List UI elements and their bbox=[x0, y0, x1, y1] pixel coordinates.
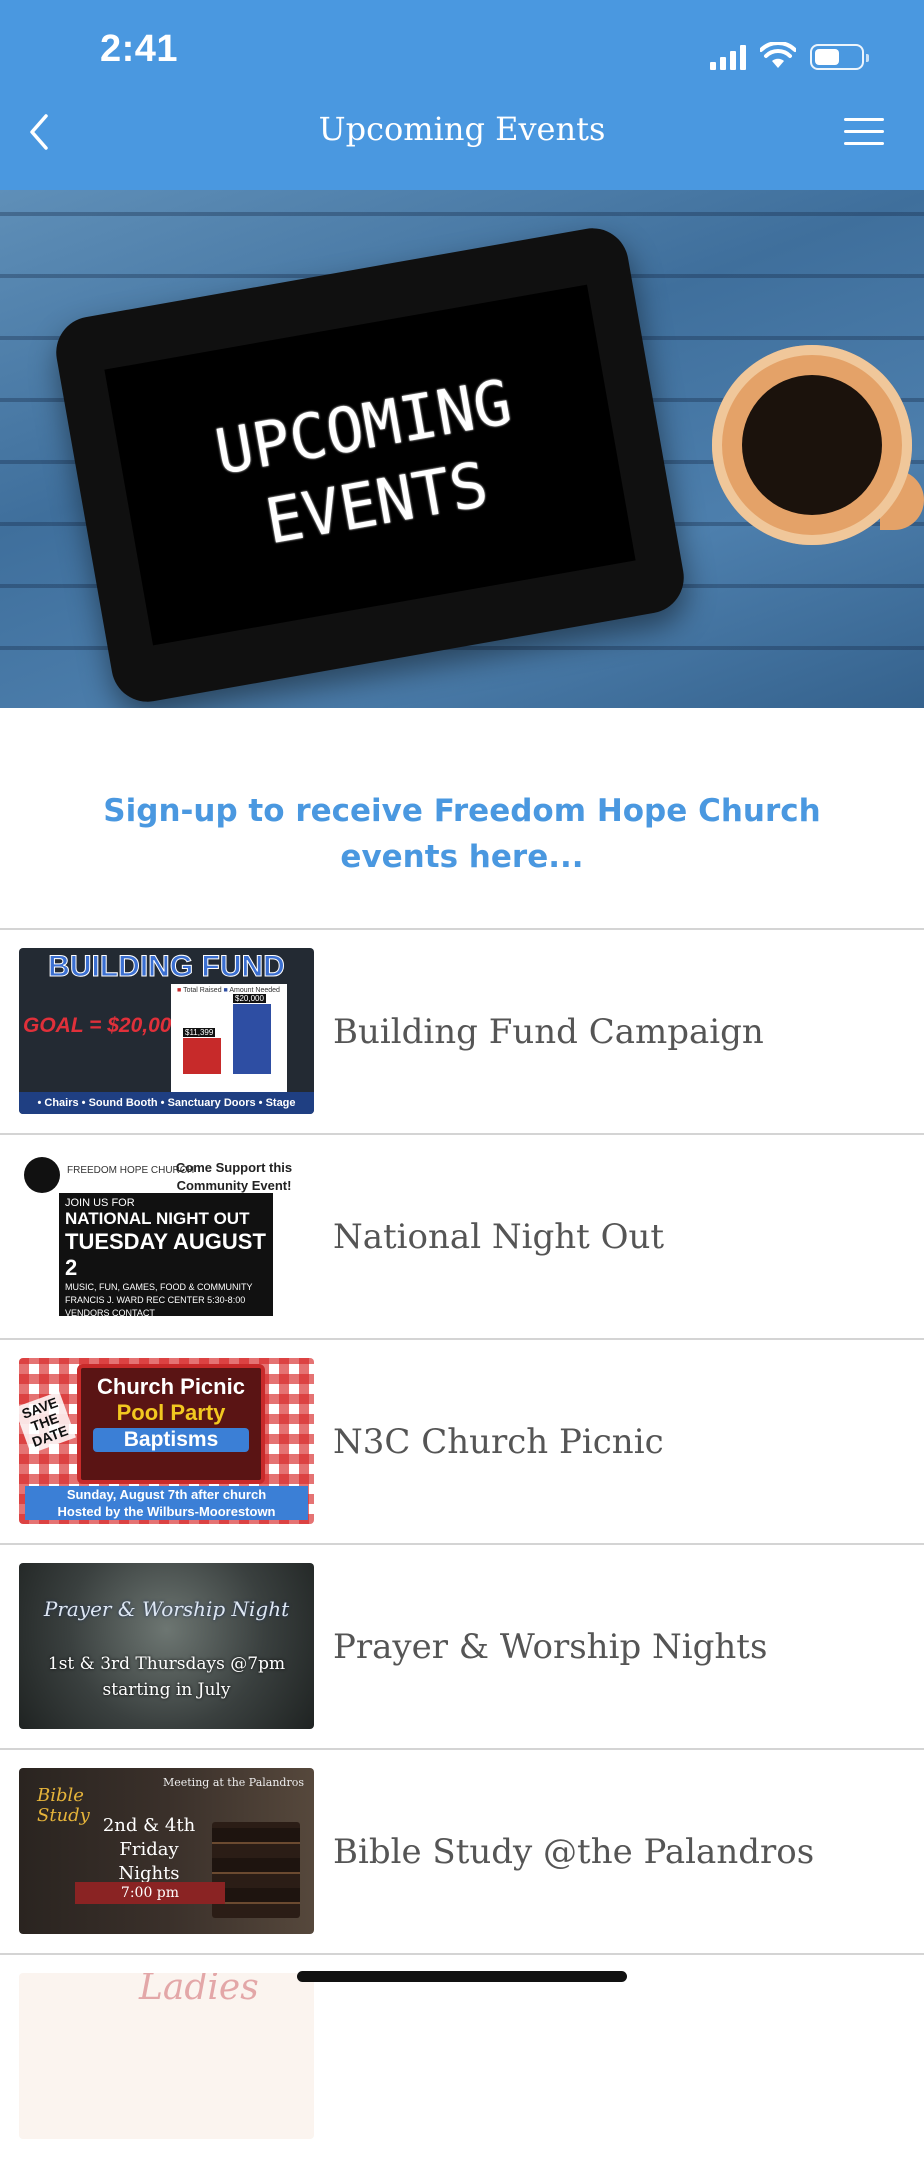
books-icon bbox=[212, 1822, 300, 1918]
hero-banner: UPCOMING EVENTS bbox=[0, 190, 924, 708]
battery-icon bbox=[810, 44, 869, 70]
event-row-bible-study[interactable]: Bible Study Meeting at the Palandros 2nd… bbox=[0, 1748, 924, 1953]
event-row-church-picnic[interactable]: Church Picnic Pool Party Baptisms SAVE T… bbox=[0, 1338, 924, 1543]
status-time: 2:41 bbox=[100, 28, 179, 70]
coffee-mug-icon bbox=[712, 345, 912, 545]
event-title: Building Fund Campaign bbox=[333, 1011, 764, 1052]
church-logo-icon bbox=[24, 1157, 60, 1193]
fund-chart: ■ Total Raised ■ Amount Needed $11,399 $… bbox=[171, 984, 287, 1092]
event-thumbnail: Church Picnic Pool Party Baptisms SAVE T… bbox=[19, 1358, 314, 1524]
status-icons bbox=[710, 36, 869, 70]
event-title: Prayer & Worship Nights bbox=[333, 1626, 768, 1667]
menu-button[interactable] bbox=[844, 118, 884, 148]
page-title: Upcoming Events bbox=[318, 110, 606, 148]
event-row-prayer-worship[interactable]: Prayer & Worship Night 1st & 3rd Thursda… bbox=[0, 1543, 924, 1748]
app-header: 2:41 Upcoming Events bbox=[0, 0, 924, 190]
battery-level bbox=[815, 49, 839, 65]
event-thumbnail: FREEDOM HOPE CHURCH Come Support this Co… bbox=[19, 1153, 314, 1319]
hero-text: UPCOMING EVENTS bbox=[104, 284, 636, 646]
signup-prompt[interactable]: Sign-up to receive Freedom Hope Church e… bbox=[60, 788, 864, 880]
hamburger-menu-icon bbox=[844, 118, 884, 145]
event-title: Bible Study @the Palandros bbox=[333, 1831, 815, 1872]
wifi-icon bbox=[760, 42, 796, 68]
event-thumbnail: BUILDING FUND GOAL = $20,000 ■ Total Rai… bbox=[19, 948, 314, 1114]
event-row-national-night-out[interactable]: FREEDOM HOPE CHURCH Come Support this Co… bbox=[0, 1133, 924, 1338]
event-title: N3C Church Picnic bbox=[333, 1421, 664, 1462]
tablet-illustration: UPCOMING EVENTS bbox=[50, 222, 690, 708]
home-indicator[interactable] bbox=[297, 1971, 627, 1982]
event-row-building-fund[interactable]: BUILDING FUND GOAL = $20,000 ■ Total Rai… bbox=[0, 928, 924, 1133]
event-thumbnail: Ladies bbox=[19, 1973, 314, 2139]
event-thumbnail: Prayer & Worship Night 1st & 3rd Thursda… bbox=[19, 1563, 314, 1729]
event-title: National Night Out bbox=[333, 1216, 665, 1257]
event-row-partial[interactable]: Ladies bbox=[0, 1953, 924, 2158]
event-thumbnail: Bible Study Meeting at the Palandros 2nd… bbox=[19, 1768, 314, 1934]
cellular-signal-icon bbox=[710, 44, 746, 70]
